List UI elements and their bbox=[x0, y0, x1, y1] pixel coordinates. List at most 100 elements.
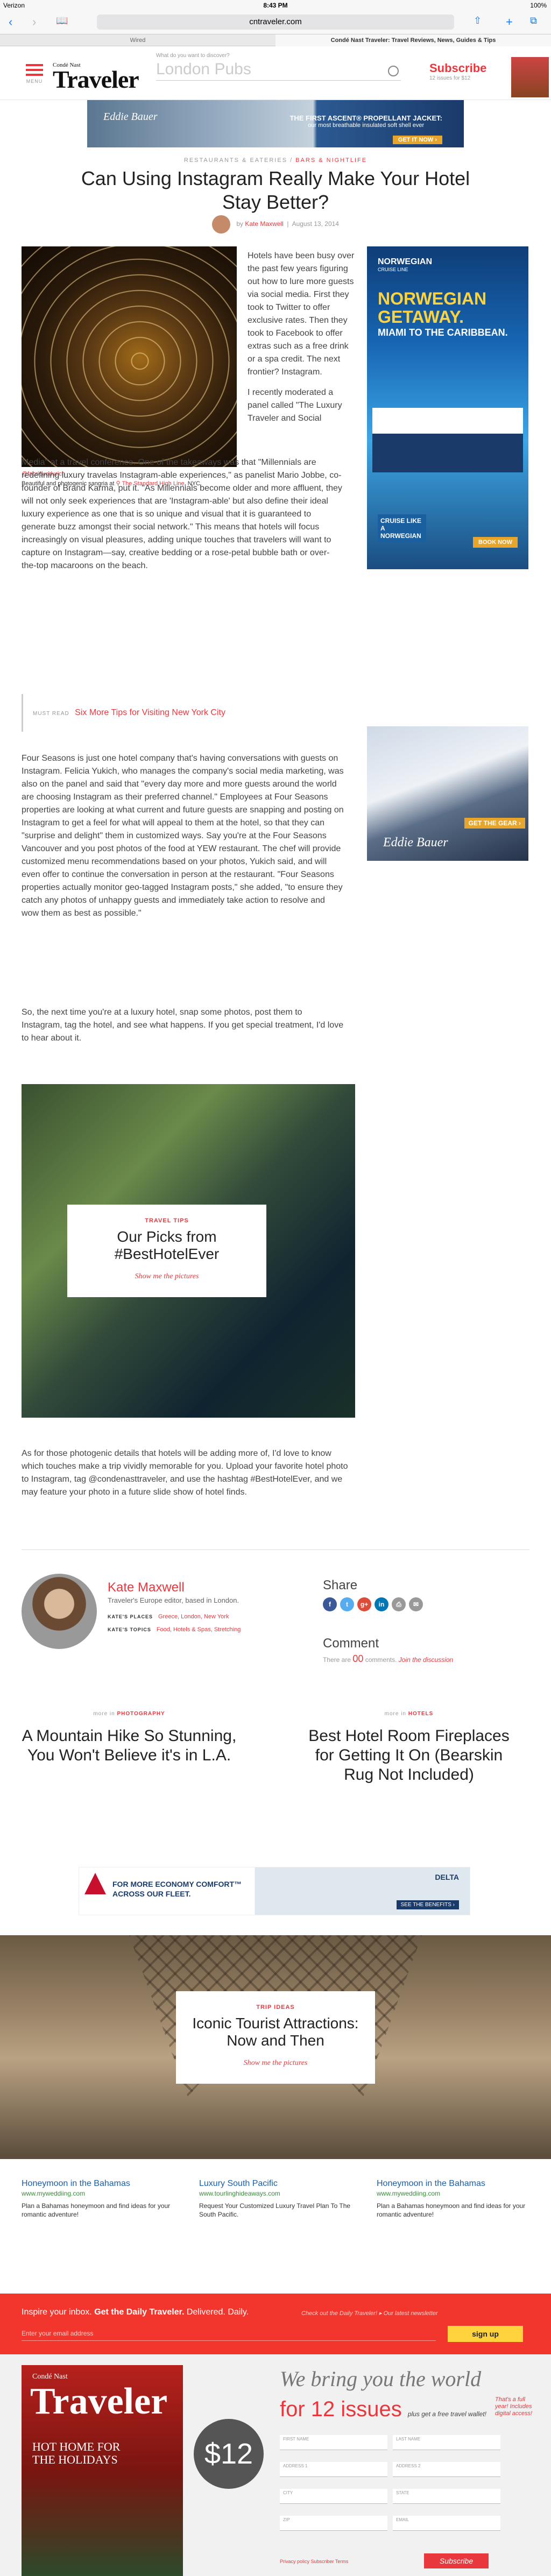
googleplus-icon[interactable]: g+ bbox=[357, 1597, 371, 1611]
ad-sub: MIAMI TO THE CARIBBEAN. bbox=[378, 327, 508, 338]
sponsored-link[interactable]: Honeymoon in the Bahamas www.myweddiing.c… bbox=[22, 2179, 183, 2219]
battery: 100% bbox=[530, 2, 547, 9]
tab-wired[interactable]: Wired bbox=[0, 34, 276, 46]
slideshow-link[interactable]: Show me the pictures bbox=[67, 1272, 266, 1281]
author-box: Kate Maxwell Traveler's Europe editor, b… bbox=[22, 1549, 529, 1668]
tab-bar: Wired Condé Nast Traveler: Travel Review… bbox=[0, 34, 551, 46]
ad-brand: Eddie Bauer bbox=[383, 836, 448, 850]
breadcrumb-subsection[interactable]: BARS & NIGHTLIFE bbox=[295, 157, 367, 164]
slideshow-card[interactable]: TRIP IDEAS Iconic Tourist Attractions: N… bbox=[176, 1991, 375, 2084]
share-section: Share f t g+ in ⎙ ✉ bbox=[323, 1578, 426, 1611]
author-desc: Traveler's Europe editor, based in Londo… bbox=[108, 1596, 239, 1604]
logo[interactable]: Condé Nast Traveler bbox=[53, 62, 139, 92]
email-field[interactable]: EMAIL bbox=[393, 2516, 500, 2531]
subscribe-offer: 12 issues for $12 bbox=[429, 75, 471, 81]
facebook-icon[interactable]: f bbox=[323, 1597, 337, 1611]
back-icon[interactable]: ‹ bbox=[9, 15, 12, 29]
address1-field[interactable]: ADDRESS 1 bbox=[280, 2462, 387, 2477]
subscribe-button[interactable]: Subscribe bbox=[424, 2553, 489, 2568]
email-field[interactable]: Enter your email address bbox=[22, 2326, 436, 2341]
author-topics: KATE'S TOPICS Food, Hotels & Spas, Stretc… bbox=[108, 1626, 241, 1633]
article-paragraph: As for those photogenic details that hot… bbox=[22, 1449, 348, 1497]
more-in-photography[interactable]: more in PHOTOGRAPHY A Mountain Hike So S… bbox=[22, 1711, 237, 1765]
slideshow-card[interactable]: TRAVEL TIPS Our Picks from #BestHotelEve… bbox=[67, 1205, 266, 1297]
logo-wordmark: Traveler bbox=[53, 66, 139, 93]
breadcrumb: RESTAURANTS & EATERIES / BARS & NIGHTLIF… bbox=[183, 157, 368, 164]
author-name[interactable]: Kate Maxwell bbox=[108, 1580, 185, 1595]
article-photo bbox=[22, 246, 237, 467]
slideshow-title: Iconic Tourist Attractions: Now and Then bbox=[192, 2015, 359, 2049]
byline: by Kate Maxwell | August 13, 2014 bbox=[0, 215, 551, 233]
promo-offer: for 12 issues plus get a free travel wal… bbox=[280, 2397, 486, 2421]
join-discussion-link[interactable]: Join the discussion bbox=[399, 1656, 453, 1664]
banner-ad-delta[interactable]: FOR MORE ECONOMY COMFORT™ ACROSS OUR FLE… bbox=[79, 1867, 470, 1915]
browser-toolbar: ‹ › 📖 cntraveler.com ⇧ + ⧉ bbox=[0, 11, 551, 34]
promo-extra: That's a full year! Includes digital acc… bbox=[495, 2396, 533, 2417]
city-field[interactable]: CITY bbox=[280, 2489, 387, 2504]
slideshow-promo[interactable]: TRAVEL TIPS Our Picks from #BestHotelEve… bbox=[22, 1084, 355, 1418]
linkedin-icon[interactable]: in bbox=[375, 1597, 388, 1611]
ad-cta[interactable]: BOOK NOW bbox=[473, 537, 518, 548]
author-places: KATE'S PLACES Greece, London, New York bbox=[108, 1613, 229, 1620]
search-input[interactable]: London Pubs bbox=[156, 60, 401, 79]
zip-field[interactable]: ZIP bbox=[280, 2516, 387, 2531]
magazine-cover-thumb[interactable] bbox=[511, 57, 549, 97]
ad-text: THE FIRST ASCENT® PROPELLANT JACKET: our … bbox=[289, 114, 442, 129]
subscribe-link[interactable]: Subscribe 12 issues for $12 bbox=[429, 61, 486, 81]
sponsored-link[interactable]: Honeymoon in the Bahamas www.myweddiing.c… bbox=[377, 2179, 538, 2219]
sidebar-ad-norwegian[interactable]: NORWEGIAN CRUISE LINE NORWEGIAN GETAWAY. … bbox=[367, 246, 528, 569]
comment-count: 00 bbox=[352, 1653, 364, 1664]
twitter-icon[interactable]: t bbox=[340, 1597, 354, 1611]
related-link[interactable]: MUST READ Six More Tips for Visiting New… bbox=[22, 694, 344, 732]
more-title[interactable]: A Mountain Hike So Stunning, You Won't B… bbox=[22, 1726, 237, 1765]
search-box[interactable]: What do you want to discover? London Pub… bbox=[156, 53, 401, 81]
publish-date: August 13, 2014 bbox=[292, 220, 339, 228]
menu-button[interactable]: MENU bbox=[24, 61, 45, 84]
url-bar[interactable]: cntraveler.com bbox=[97, 15, 454, 30]
author-link[interactable]: Kate Maxwell bbox=[245, 220, 283, 228]
sidebar-ad-eddie-bauer[interactable]: GET THE GEAR › Eddie Bauer bbox=[367, 726, 528, 861]
ad-cta[interactable]: GET THE GEAR › bbox=[464, 818, 525, 829]
slideshow-kicker: TRAVEL TIPS bbox=[145, 1218, 189, 1224]
sponsored-link[interactable]: Luxury South Pacific www.tourlinghideaway… bbox=[199, 2179, 361, 2219]
breadcrumb-section[interactable]: RESTAURANTS & EATERIES bbox=[184, 157, 287, 164]
delta-logo-icon bbox=[84, 1873, 106, 1894]
bookmarks-icon[interactable]: 📖 bbox=[56, 15, 68, 26]
ad-brand: NORWEGIAN CRUISE LINE bbox=[378, 257, 433, 272]
state-select[interactable]: STATE bbox=[393, 2489, 500, 2504]
more-in-hotels[interactable]: more in HOTELS Best Hotel Room Fireplace… bbox=[301, 1711, 517, 1785]
newsletter-preview-link[interactable]: Check out the Daily Traveler! ▸ Our late… bbox=[301, 2310, 438, 2317]
print-icon[interactable]: ⎙ bbox=[392, 1597, 406, 1611]
slideshow-link[interactable]: Show me the pictures bbox=[176, 2059, 375, 2068]
article-paragraph: Four Seasons is just one hotel company t… bbox=[22, 754, 344, 918]
slideshow-kicker: TRIP IDEAS bbox=[256, 2004, 295, 2011]
address2-field[interactable]: ADDRESS 2 bbox=[393, 2462, 500, 2477]
signup-button[interactable]: sign up bbox=[448, 2326, 523, 2342]
share-icon[interactable]: ⇧ bbox=[474, 15, 482, 26]
more-title[interactable]: Best Hotel Room Fireplaces for Getting I… bbox=[301, 1726, 517, 1785]
banner-ad-top[interactable]: Eddie Bauer THE FIRST ASCENT® PROPELLANT… bbox=[87, 100, 464, 147]
email-icon[interactable]: ✉ bbox=[409, 1597, 423, 1611]
slideshow-promo[interactable]: TRIP IDEAS Iconic Tourist Attractions: N… bbox=[0, 1935, 551, 2159]
ad-cta[interactable]: SEE THE BENEFITS › bbox=[396, 1900, 459, 1909]
new-tab-icon[interactable]: + bbox=[506, 15, 513, 29]
status-bar: Verizon 8:43 PM 100% bbox=[0, 0, 551, 11]
ad-brand: Eddie Bauer bbox=[103, 111, 158, 123]
ad-cta[interactable]: GET IT NOW › bbox=[392, 136, 442, 144]
menu-label: MENU bbox=[26, 79, 43, 84]
page-title: Can Using Instagram Really Make Your Hot… bbox=[81, 167, 470, 213]
site-header: MENU Condé Nast Traveler What do you wan… bbox=[0, 46, 551, 100]
newsletter-headline: Inspire your inbox. Get the Daily Travel… bbox=[22, 2308, 249, 2317]
search-icon[interactable] bbox=[388, 66, 399, 76]
article-paragraph: So, the next time you're at a luxury hot… bbox=[22, 1008, 344, 1043]
tabs-icon[interactable]: ⧉ bbox=[530, 15, 537, 26]
search-prompt: What do you want to discover? bbox=[156, 53, 230, 59]
tab-cntraveler[interactable]: Condé Nast Traveler: Travel Reviews, New… bbox=[276, 34, 551, 46]
last-name-field[interactable]: LAST NAME bbox=[393, 2435, 500, 2450]
forward-icon[interactable]: › bbox=[32, 15, 36, 29]
ship-image bbox=[372, 408, 523, 472]
promo-headline: We bring you the world bbox=[280, 2367, 482, 2391]
avatar bbox=[212, 215, 231, 233]
privacy-links[interactable]: Privacy policy Subscriber Terms bbox=[280, 2559, 348, 2564]
first-name-field[interactable]: FIRST NAME bbox=[280, 2435, 387, 2450]
